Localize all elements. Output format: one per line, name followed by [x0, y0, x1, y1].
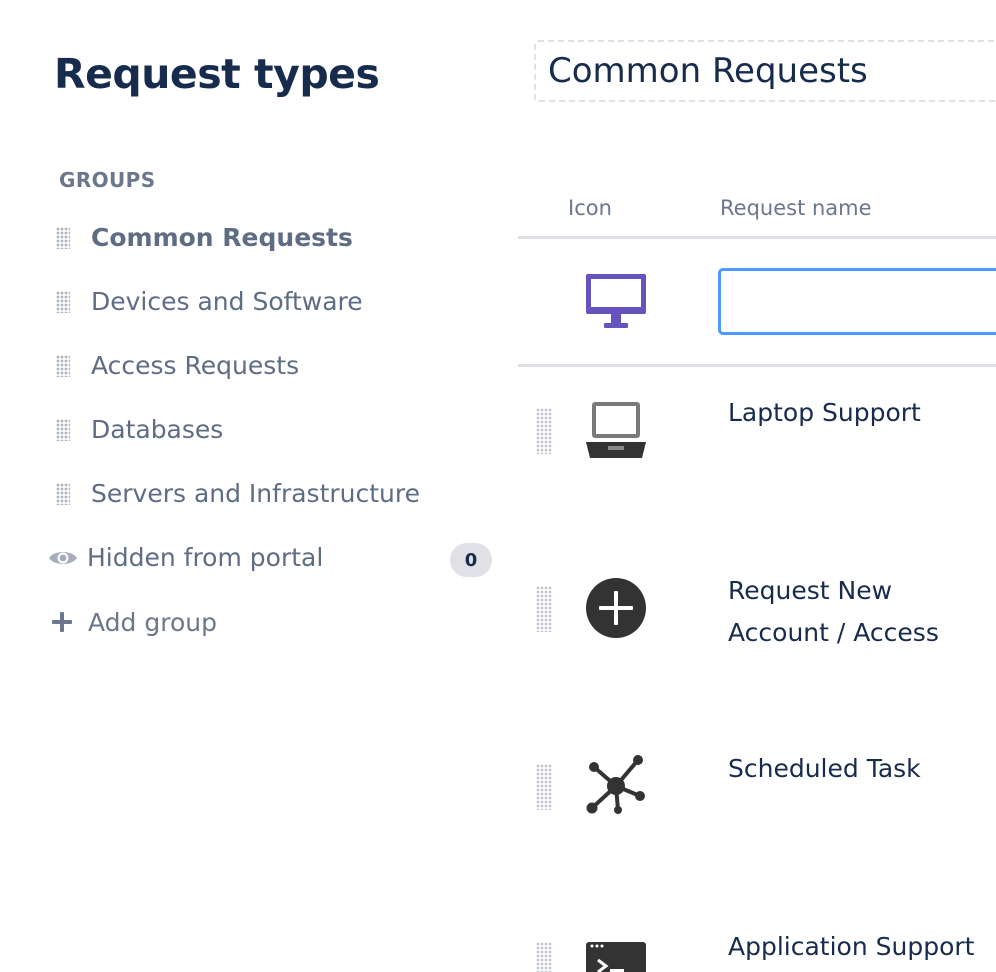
- drag-handle-icon[interactable]: [56, 355, 70, 377]
- request-name-input[interactable]: [718, 268, 996, 335]
- network-hub-icon: [586, 755, 645, 814]
- drag-handle-icon[interactable]: [56, 483, 70, 505]
- add-group-button[interactable]: Add group: [50, 602, 217, 642]
- request-types-page: Request types GROUPS Common Requests Dev…: [0, 0, 996, 972]
- request-name: Application Support: [728, 932, 975, 961]
- plus-circle-icon: [586, 578, 646, 638]
- sidebar-group-access-requests[interactable]: Access Requests: [52, 346, 492, 386]
- sidebar-group-label: Access Requests: [91, 351, 300, 380]
- group-name-editable[interactable]: Common Requests: [534, 40, 996, 102]
- laptop-icon: [586, 402, 646, 458]
- desktop-monitor-icon[interactable]: [584, 272, 648, 332]
- sidebar-group-databases[interactable]: Databases: [52, 410, 492, 450]
- terminal-icon: [586, 942, 646, 972]
- drag-handle-icon[interactable]: [56, 227, 70, 249]
- request-name: Request New Account / Access: [728, 576, 939, 647]
- sidebar-group-label: Common Requests: [91, 223, 353, 252]
- plus-icon: [52, 612, 72, 632]
- request-row-application-support[interactable]: Application Support: [518, 926, 996, 972]
- drag-handle-icon[interactable]: [536, 764, 552, 810]
- sidebar-group-label: Hidden from portal: [87, 543, 324, 572]
- sidebar-group-servers-and-infrastructure[interactable]: Servers and Infrastructure: [52, 474, 492, 514]
- table-header-divider: [518, 236, 996, 239]
- page-title: Request types: [54, 50, 380, 98]
- drag-handle-icon[interactable]: [56, 291, 70, 313]
- sidebar-group-common-requests[interactable]: Common Requests: [52, 218, 492, 258]
- sidebar-group-label: Servers and Infrastructure: [91, 479, 421, 508]
- sidebar-group-label: Databases: [91, 415, 224, 444]
- request-name: Laptop Support: [728, 398, 921, 427]
- request-row-scheduled-task[interactable]: Scheduled Task: [518, 748, 996, 878]
- sidebar-group-devices-and-software[interactable]: Devices and Software: [52, 282, 492, 322]
- sidebar-group-label: Devices and Software: [91, 287, 363, 316]
- add-group-label: Add group: [88, 607, 217, 637]
- column-header-icon: Icon: [568, 196, 612, 220]
- groups-heading: GROUPS: [59, 168, 156, 192]
- sidebar-group-hidden-from-portal[interactable]: Hidden from portal 0: [49, 538, 492, 578]
- new-request-divider: [518, 364, 996, 367]
- drag-handle-icon[interactable]: [536, 408, 552, 454]
- request-row-new-account-access[interactable]: Request New Account / Access: [518, 570, 996, 700]
- drag-handle-icon[interactable]: [56, 419, 70, 441]
- column-header-request-name: Request name: [720, 196, 872, 220]
- eye-icon: [49, 552, 77, 564]
- drag-handle-icon[interactable]: [536, 942, 552, 972]
- request-name: Scheduled Task: [728, 754, 921, 783]
- drag-handle-icon[interactable]: [536, 586, 552, 632]
- request-row-laptop-support[interactable]: Laptop Support: [518, 392, 996, 522]
- hidden-count-badge: 0: [450, 543, 492, 577]
